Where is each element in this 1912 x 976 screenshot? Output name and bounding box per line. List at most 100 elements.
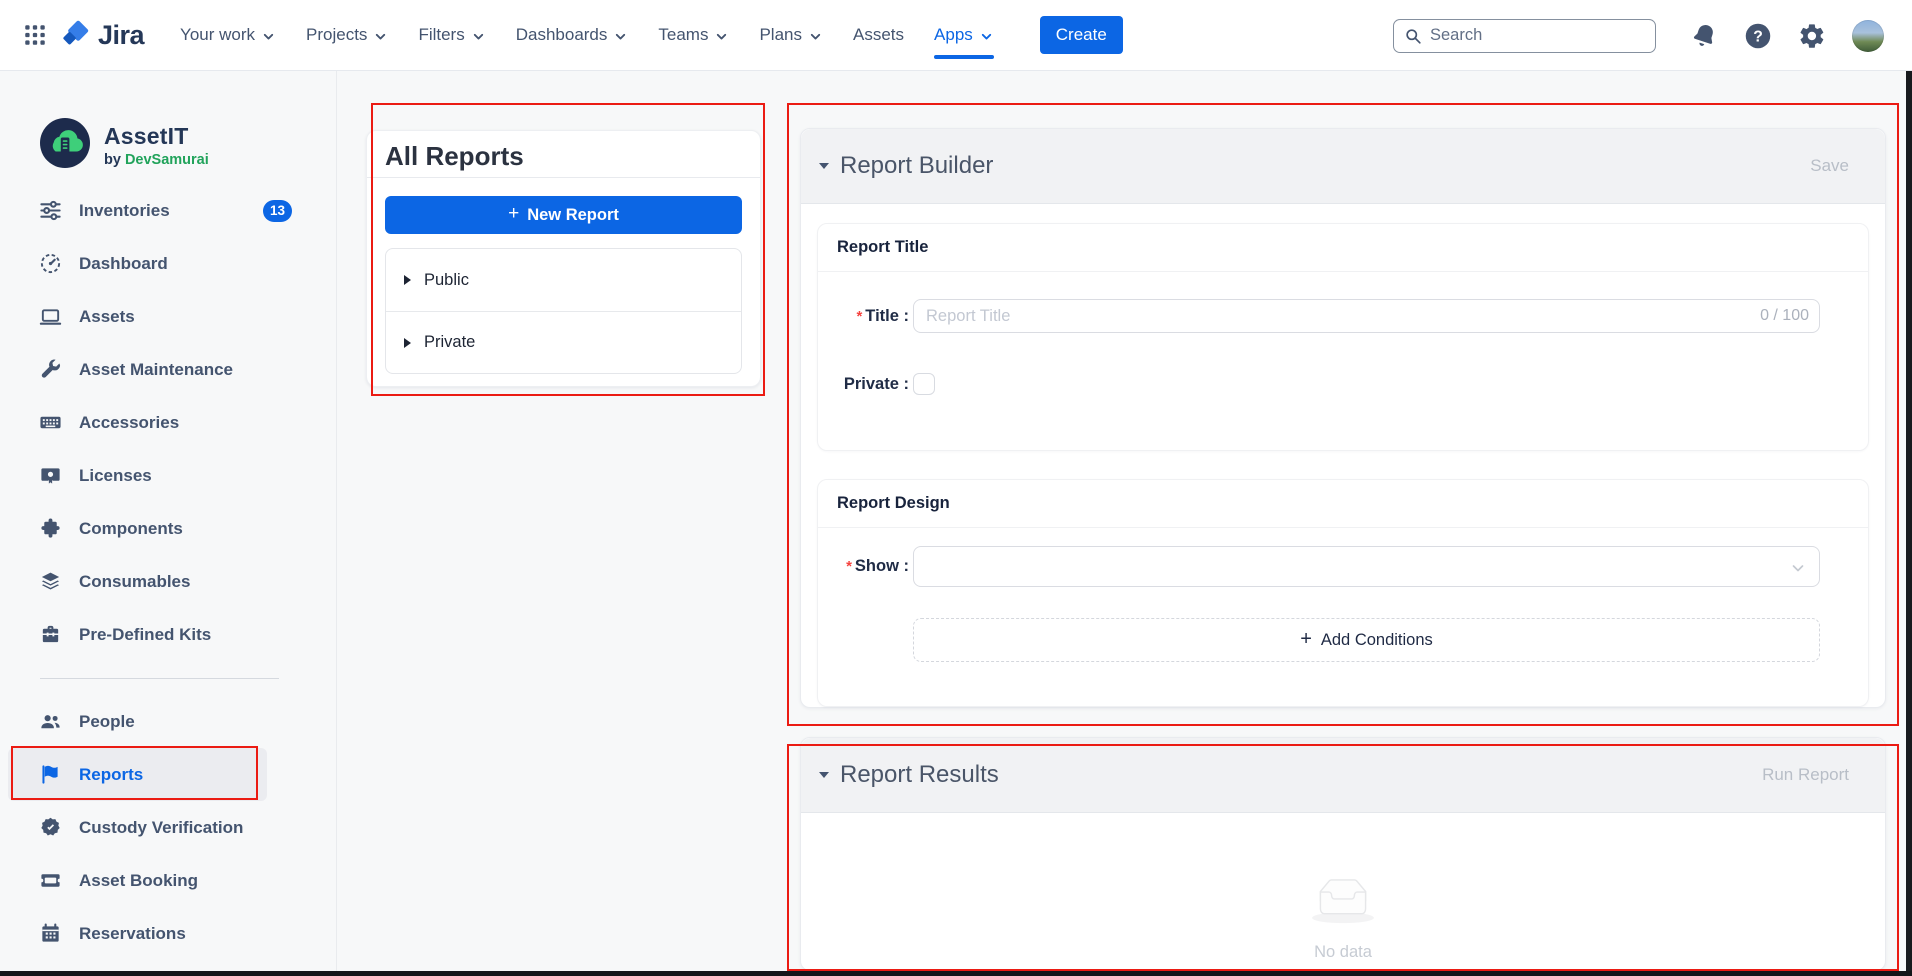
create-button[interactable]: Create [1040,16,1123,54]
new-report-button[interactable]: + New Report [385,196,742,234]
sidebar-item-reservations[interactable]: Reservations [0,907,336,960]
app-screen: Jira Your work Projects [0,0,1912,976]
private-label: Private : [837,375,913,394]
required-mark: * [846,558,852,575]
brand-company: DevSamurai [125,152,209,168]
add-conditions-button[interactable]: + Add Conditions [913,618,1820,662]
flag-icon [36,763,64,786]
save-button[interactable]: Save [1810,156,1849,176]
top-navigation-bar: Jira Your work Projects [0,0,1912,71]
show-select[interactable] [913,546,1820,587]
sidebar-item-dashboard[interactable]: Dashboard [0,237,336,290]
jira-logo[interactable]: Jira [62,18,144,53]
user-avatar[interactable] [1852,20,1884,52]
keyboard-icon [36,411,64,434]
ticket-icon [36,869,64,892]
sidebar-item-label: Dashboard [79,254,168,274]
private-checkbox[interactable] [913,373,935,395]
nav-item-assets[interactable]: Assets [853,0,904,70]
sidebar-item-pre-defined-kits[interactable]: Pre-Defined Kits [0,608,336,661]
calendar-icon [36,922,64,945]
report-group-row-private[interactable]: Private [386,311,741,373]
window-edge-bottom [0,971,1912,976]
nav-item-teams[interactable]: Teams [658,0,729,70]
nav-item-filters[interactable]: Filters [418,0,485,70]
report-title-input[interactable] [913,299,1820,333]
collapse-caret-icon[interactable] [819,772,829,778]
app-grid-icon[interactable] [22,22,48,48]
title-label: *Title : [837,307,913,326]
sidebar-item-label: Assets [79,307,135,327]
wrench-icon [36,358,64,381]
all-reports-body: + New Report Public Private [367,178,760,374]
report-results-title: Report Results [840,761,999,789]
nav-item-apps[interactable]: Apps [934,0,994,70]
sidebar-item-label: People [79,712,135,732]
chevron-down-icon [714,29,729,44]
search-input[interactable] [1393,19,1656,53]
bell-icon[interactable] [1690,22,1718,50]
search-box [1393,19,1656,53]
jira-wordmark: Jira [98,20,144,51]
assetit-brand: AssetIT by DevSamurai [40,118,209,173]
sidebar-item-reports[interactable]: Reports [8,748,267,801]
add-conditions-label: Add Conditions [1321,631,1433,650]
window-edge-right [1906,71,1912,971]
license-icon [36,464,64,487]
sidebar-item-label: Consumables [79,572,190,592]
nav-item-label: Filters [418,25,464,45]
puzzle-icon [36,517,64,540]
run-report-button[interactable]: Run Report [1762,765,1849,785]
inbox-icon [1305,875,1381,930]
sidebar-item-label: Asset Booking [79,871,198,891]
chevron-down-icon [808,29,823,44]
sidebar-item-inventories[interactable]: Inventories 13 [0,184,336,237]
sidebar-item-asset-maintenance[interactable]: Asset Maintenance [0,343,336,396]
report-design-section: Report Design *Show : + Add Conditions [817,479,1869,707]
sidebar-item-assets[interactable]: Assets [0,290,336,343]
report-results-header: Report Results Run Report [801,738,1885,813]
nav-item-projects[interactable]: Projects [306,0,388,70]
chevron-down-icon [1790,560,1806,581]
help-icon[interactable]: ? [1744,22,1772,50]
nav-item-label: Plans [759,25,802,45]
chevron-down-icon [373,29,388,44]
gear-icon[interactable] [1798,22,1826,50]
sidebar-divider [40,678,279,679]
report-builder-header: Report Builder Save [801,129,1885,204]
sidebar-item-accessories[interactable]: Accessories [0,396,336,449]
nav-item-your-work[interactable]: Your work [180,0,276,70]
sidebar-item-label: Accessories [79,413,179,433]
report-group-label: Public [424,271,469,290]
badge-check-icon [36,816,64,839]
report-builder-title: Report Builder [840,152,993,180]
nav-item-label: Dashboards [516,25,608,45]
collapse-caret-icon[interactable] [819,163,829,169]
layers-icon [36,570,64,593]
report-group-label: Private [424,333,475,352]
nav-item-dashboards[interactable]: Dashboards [516,0,629,70]
title-input-wrap: 0 / 100 [913,299,1820,333]
sidebar-item-consumables[interactable]: Consumables [0,555,336,608]
nav-item-plans[interactable]: Plans [759,0,823,70]
sliders-icon [36,199,64,222]
people-icon [36,710,64,733]
brand-byline: by DevSamurai [104,152,209,168]
report-groups: Public Private [385,248,742,374]
sidebar-item-custody-verification[interactable]: Custody Verification [0,801,336,854]
sidebar-item-asset-booking[interactable]: Asset Booking [0,854,336,907]
sidebar-item-label: Reservations [79,924,186,944]
new-report-label: New Report [527,206,619,225]
gauge-icon [36,252,64,275]
report-builder-body: Report Title *Title : 0 / 100 Private : … [801,204,1885,707]
sidebar-item-people[interactable]: People [0,695,336,748]
sidebar-item-components[interactable]: Components [0,502,336,555]
report-group-row-public[interactable]: Public [386,249,741,311]
chevron-down-icon [261,29,276,44]
top-nav-right: ? [1393,0,1884,71]
sidebar-item-licenses[interactable]: Licenses [0,449,336,502]
assetit-logo-icon [40,118,90,173]
svg-text:?: ? [1753,28,1763,45]
sidebar-nav: Inventories 13 Dashboard Assets [0,184,336,960]
report-builder-panel: Report Builder Save Report Title *Title … [800,128,1886,708]
